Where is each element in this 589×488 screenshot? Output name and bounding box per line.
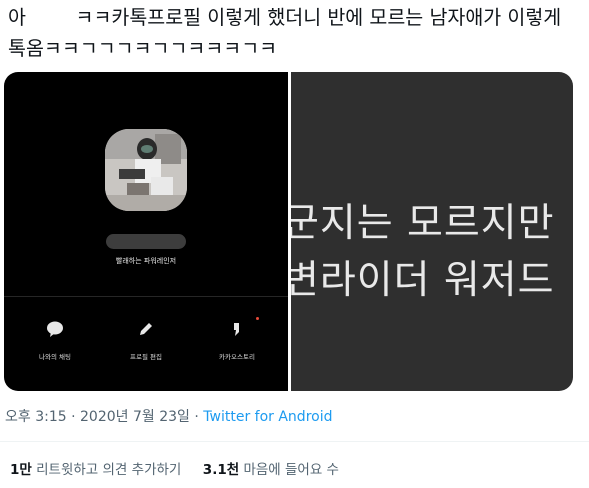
zoom-text-line-2: 변라이더 워저드 (291, 258, 555, 303)
meta-separator: · (66, 409, 81, 425)
chat-bubble-icon (15, 318, 95, 340)
name-redacted-bar (106, 234, 186, 249)
profile-divider (4, 296, 288, 297)
action-label: 나와의 채팅 (39, 353, 71, 361)
likes-label: 마음에 들어요 수 (243, 462, 339, 478)
tweet-source-link[interactable]: Twitter for Android (203, 409, 332, 425)
pencil-icon (106, 318, 186, 340)
retweets-count: 1만 (10, 462, 32, 478)
action-my-chat[interactable]: 나와의 채팅 (15, 318, 95, 361)
tweet-meta: 오후 3:15 · 2020년 7월 23일 · Twitter for And… (5, 406, 332, 426)
tweet-text: 아 ㅋㅋ카톡프로필 이렇게 했더니 반에 모르는 남자애가 이렇게 톡옴ㅋㅋㄱㄱ… (8, 6, 568, 60)
profile-avatar (105, 129, 187, 211)
tweet-date[interactable]: 2020년 7월 23일 (80, 409, 190, 425)
new-badge-dot (256, 317, 259, 320)
kakaostory-quote-icon (197, 318, 277, 340)
retweets-stat[interactable]: 1만 리트윗하고 의견 추가하기 (10, 462, 181, 478)
action-edit-profile[interactable]: 프로필 편집 (106, 318, 186, 361)
likes-count: 3.1천 (202, 462, 240, 478)
tweet-time[interactable]: 오후 3:15 (5, 409, 67, 425)
zoom-text-line-1: 군지는 모르지만 (291, 201, 555, 246)
retweets-label: 리트윗하고 의견 추가하기 (36, 462, 182, 478)
kakao-profile-screenshot[interactable]: 빨래하는 파워레인저 나와의 채팅 프로필 편집 카카오스토리 (4, 72, 288, 391)
divider (0, 441, 589, 442)
likes-stat[interactable]: 3.1천 마음에 들어요 수 (203, 462, 339, 478)
action-label: 카카오스토리 (219, 353, 255, 361)
action-kakaostory[interactable]: 카카오스토리 (197, 318, 277, 361)
profile-status-message: 빨래하는 파워레인저 (115, 257, 177, 265)
chat-zoom-screenshot[interactable]: 군지는 모르지만 변라이더 워저드 (291, 72, 573, 391)
tweet-media[interactable]: 빨래하는 파워레인저 나와의 채팅 프로필 편집 카카오스토리 군지는 모르지만… (4, 72, 573, 391)
meta-separator: · (189, 409, 204, 425)
tweet-stats: 1만 리트윗하고 의견 추가하기 3.1천 마음에 들어요 수 (10, 458, 339, 478)
action-label: 프로필 편집 (130, 353, 162, 361)
